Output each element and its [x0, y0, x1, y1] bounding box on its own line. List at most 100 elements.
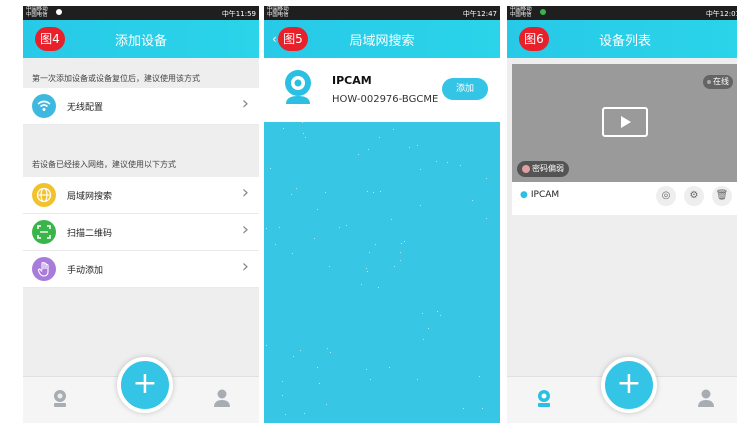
background-speck	[365, 369, 367, 371]
background-speck	[485, 217, 487, 219]
play-button[interactable]	[602, 107, 648, 137]
background-speck	[304, 136, 306, 138]
page-title: 添加设备	[114, 34, 167, 49]
background-speck	[400, 243, 402, 245]
background-speck	[282, 128, 284, 130]
background-speck	[329, 352, 331, 354]
plus-icon: +	[132, 366, 158, 401]
background-speck	[313, 238, 315, 240]
status-time: 中午12:01	[705, 10, 737, 18]
camera-icon[interactable]	[535, 388, 553, 413]
user-icon[interactable]	[213, 388, 231, 413]
background-speck	[282, 381, 284, 383]
background-speck	[436, 160, 438, 162]
background-speck	[295, 188, 297, 190]
section-hint-first: 第一次添加设备或设备复位后，建议使用该方式	[32, 74, 200, 83]
background-speck	[293, 355, 295, 357]
camera-icon: ●	[520, 190, 528, 200]
trash-icon[interactable]: 🗑	[712, 186, 732, 206]
plus-icon: +	[616, 366, 642, 401]
background-speck	[299, 349, 301, 351]
background-speck	[339, 227, 341, 229]
status-bar: 中国移动 中国电信 中午12:47	[264, 6, 500, 20]
background-speck	[366, 271, 368, 273]
gear-icon[interactable]: ⚙	[684, 186, 704, 206]
background-speck	[417, 378, 419, 380]
chevron-right-icon: ›	[241, 219, 249, 240]
background-speck	[368, 148, 370, 150]
chevron-right-icon: ›	[241, 93, 249, 114]
scan-qr-icon	[32, 220, 56, 244]
background-speck	[302, 122, 304, 124]
bottom-nav: +	[507, 357, 737, 423]
globe-icon	[32, 183, 56, 207]
weak-password-badge[interactable]: 密码偏弱	[517, 161, 569, 177]
background-speck	[390, 219, 392, 221]
background-speck	[361, 284, 363, 286]
chevron-right-icon: ›	[241, 182, 249, 203]
list-first-add: 无线配置 ›	[23, 88, 259, 125]
background-speck	[388, 367, 390, 369]
background-speck	[282, 395, 284, 397]
status-time: 中午12:47	[462, 10, 497, 18]
background-speck	[481, 408, 483, 410]
background-speck	[419, 168, 421, 170]
carrier-text: 中国移动 中国电信	[510, 6, 532, 18]
background-speck	[437, 310, 439, 312]
phone-screen-add-device: 中国移动 中国电信 中午11:59 图4 添加设备 第一次添加设备或设备复位后，建…	[23, 6, 259, 423]
chevron-right-icon: ›	[241, 256, 249, 277]
background-speck	[326, 348, 328, 350]
video-preview[interactable]: 在线 密码偏弱	[512, 64, 737, 182]
background-speck	[357, 154, 359, 156]
background-speck	[292, 253, 294, 255]
background-speck	[403, 240, 405, 242]
background-speck	[447, 162, 449, 164]
phone-screen-device-list: 中国移动 中国电信 中午12:01 图6 设备列表 在线 密码偏弱 ● IPCAM …	[507, 6, 737, 423]
wireless-config-label: 无线配置	[67, 103, 104, 113]
carrier-text: 中国移动 中国电信	[267, 6, 289, 18]
background-speck	[303, 133, 305, 135]
background-speck	[394, 265, 395, 267]
background-speck	[303, 412, 305, 414]
device-name: ● IPCAM	[520, 190, 560, 200]
status-bar: 中国移动 中国电信 中午12:01	[507, 6, 737, 20]
device-name: IPCAM	[332, 74, 372, 87]
app-bar: 图4 添加设备	[23, 20, 259, 58]
background-speck	[373, 191, 375, 193]
camera-icon	[280, 68, 316, 108]
add-device-button[interactable]: +	[117, 357, 173, 413]
background-speck	[459, 164, 461, 166]
found-device-item: IPCAM HOW-002976-BGCME 添加	[264, 58, 500, 122]
wireless-config-item[interactable]: 无线配置 ›	[23, 88, 259, 125]
play-icon	[621, 116, 631, 128]
background-speck	[367, 190, 369, 192]
manual-add-label: 手动添加	[67, 266, 104, 276]
lan-search-label: 局域网搜索	[67, 192, 113, 202]
camera-icon[interactable]	[51, 388, 69, 413]
warning-icon	[522, 164, 530, 173]
scan-qr-item[interactable]: 扫描二维码 ›	[23, 214, 259, 251]
wifi-icon	[32, 94, 56, 118]
lan-search-item[interactable]: 局域网搜索 ›	[23, 177, 259, 214]
background-speck	[374, 244, 376, 246]
add-device-button[interactable]: +	[601, 357, 657, 413]
status-bar: 中国移动 中国电信 中午11:59	[23, 6, 259, 20]
device-id: HOW-002976-BGCME	[332, 94, 439, 105]
playback-icon[interactable]: ◎	[656, 186, 676, 206]
manual-add-item[interactable]: 手动添加 ›	[23, 251, 259, 288]
add-button[interactable]: 添加	[442, 78, 488, 100]
app-notification-icon	[540, 9, 546, 15]
background-speck	[408, 147, 410, 149]
phone-screen-lan-search: 中国移动 中国电信 中午12:47 ‹ 图5 局域网搜索 IPCAM HOW-00…	[264, 6, 500, 423]
online-status-badge: 在线	[703, 75, 733, 89]
user-icon[interactable]	[697, 388, 715, 413]
section-hint-networked: 若设备已经接入网络，建议使用以下方式	[32, 160, 176, 169]
background-speck	[317, 209, 319, 211]
background-speck	[284, 414, 286, 416]
background-speck	[399, 252, 401, 254]
background-speck	[275, 243, 277, 245]
background-speck	[265, 345, 267, 347]
background-speck	[379, 191, 381, 193]
background-speck	[400, 260, 402, 262]
background-speck	[471, 200, 473, 202]
